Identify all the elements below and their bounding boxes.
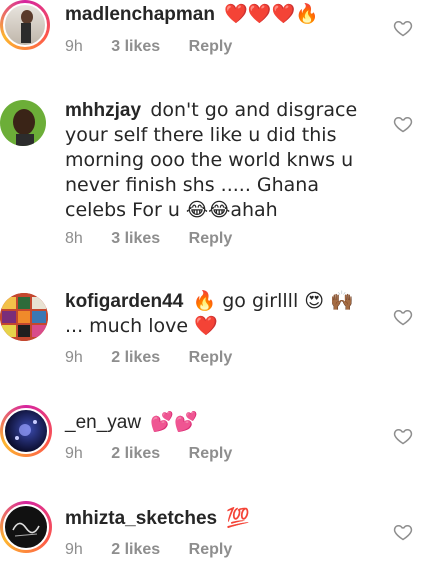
comment-time: 9h [65,541,83,558]
comment-body: ❤️❤️❤️🔥 [224,3,319,25]
comment-item: madlenchapman ❤️❤️❤️🔥 9h 3 likes Reply [0,0,435,76]
comment-time: 9h [65,38,83,55]
avatar[interactable] [0,405,52,457]
heart-icon[interactable] [393,522,413,542]
comment-meta: 9h 2 likes Reply [65,445,256,463]
comment-text: mhizta_sketches 💯 [65,506,365,531]
comment-username[interactable]: _en_yaw [65,412,141,433]
comment-time: 9h [65,445,83,462]
comment-item: mhizta_sketches 💯 9h 2 likes Reply [0,496,435,566]
comment-text: kofigarden44 🔥 go girllll 😍 🙌🏾 ... much … [65,289,365,339]
comment-item: mhhzjay don't go and disgrace your self … [0,76,435,261]
comment-body: 💕💕 [150,411,198,433]
comment-likes[interactable]: 2 likes [111,349,160,366]
comment-meta: 8h 3 likes Reply [65,230,256,248]
comment-likes[interactable]: 2 likes [111,541,160,558]
comment-likes[interactable]: 3 likes [111,38,160,55]
comment-username[interactable]: mhhzjay [65,100,141,121]
comment-meta: 9h 3 likes Reply [65,38,256,56]
heart-icon[interactable] [393,307,413,327]
reply-button[interactable]: Reply [189,349,233,366]
comment-time: 9h [65,349,83,366]
heart-icon[interactable] [393,114,413,134]
comment-username[interactable]: mhizta_sketches [65,508,217,529]
reply-button[interactable]: Reply [189,445,233,462]
avatar[interactable] [0,293,48,341]
avatar[interactable] [0,0,50,50]
comment-username[interactable]: kofigarden44 [65,291,183,312]
comment-text: mhhzjay don't go and disgrace your self … [65,98,365,223]
comment-likes[interactable]: 2 likes [111,445,160,462]
avatar[interactable] [0,501,52,553]
comment-text: _en_yaw 💕💕 [65,410,365,435]
reply-button[interactable]: Reply [189,541,233,558]
heart-icon[interactable] [393,18,413,38]
comment-meta: 9h 2 likes Reply [65,541,256,559]
reply-button[interactable]: Reply [189,38,233,55]
comment-text: madlenchapman ❤️❤️❤️🔥 [65,2,365,27]
comment-item: kofigarden44 🔥 go girllll 😍 🙌🏾 ... much … [0,281,435,391]
comment-username[interactable]: madlenchapman [65,4,215,25]
heart-icon[interactable] [393,426,413,446]
comment-time: 8h [65,230,83,247]
reply-button[interactable]: Reply [189,230,233,247]
comment-likes[interactable]: 3 likes [111,230,160,247]
comment-body: 💯 [226,507,251,529]
avatar[interactable] [0,100,46,146]
comment-item: _en_yaw 💕💕 9h 2 likes Reply [0,400,435,496]
comment-meta: 9h 2 likes Reply [65,349,256,367]
